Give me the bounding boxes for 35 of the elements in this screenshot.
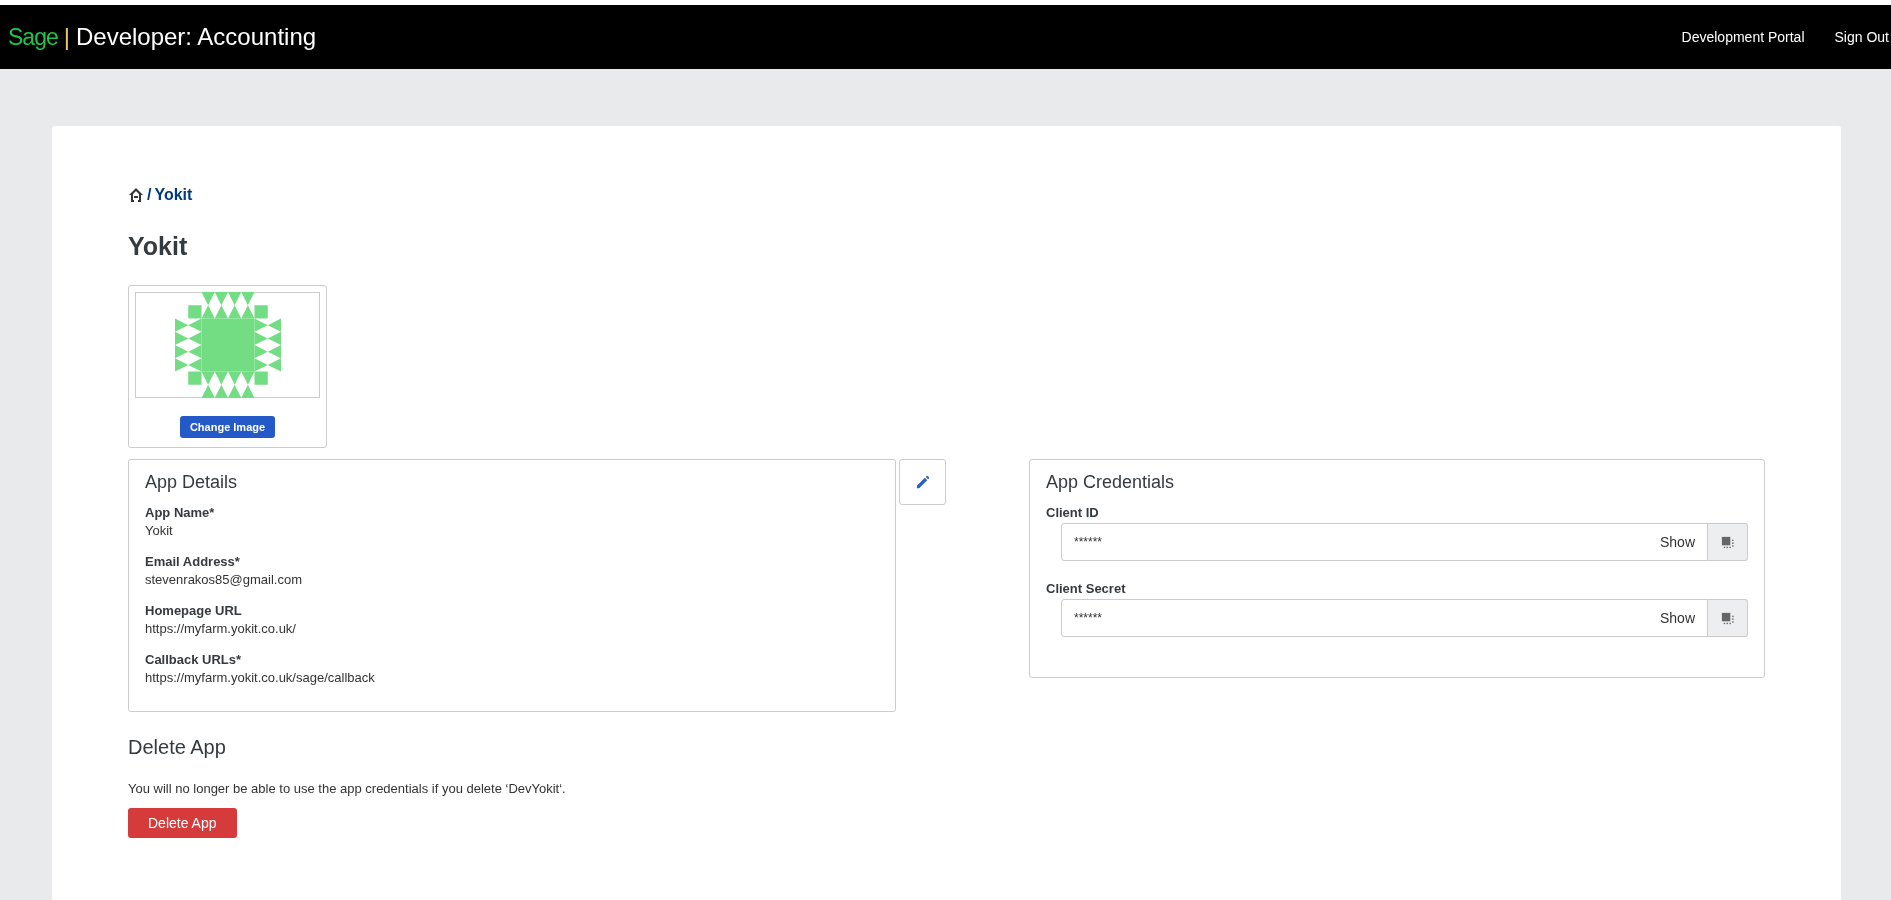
pencil-icon: [915, 474, 930, 490]
field-value: https://myfarm.yokit.co.uk/: [145, 621, 297, 636]
copy-icon: [1720, 534, 1735, 550]
show-link[interactable]: Show: [1659, 534, 1695, 550]
show-link[interactable]: Show: [1659, 610, 1695, 626]
field-label: Client Secret: [1046, 581, 1127, 596]
section-title: Delete App: [128, 736, 227, 759]
field-label: App Name*: [145, 505, 216, 520]
panel-title: App Details: [145, 472, 239, 493]
field-value: Yokit: [145, 523, 174, 538]
field-label: Callback URLs*: [145, 652, 243, 667]
nav-link[interactable]: Development Portal: [1681, 29, 1805, 45]
field-value: stevenrakos85@gmail.com: [145, 572, 303, 587]
panel-title: App Credentials: [1046, 472, 1176, 493]
change-image-button[interactable]: Change Image: [179, 416, 276, 438]
field-label: Email Address*: [145, 554, 241, 569]
brand-logo[interactable]: Sage: [8, 23, 58, 51]
field-value: https://myfarm.yokit.co.uk/sage/callback: [145, 670, 376, 685]
breadcrumb-separator: /: [147, 186, 152, 204]
home-icon[interactable]: [128, 187, 144, 203]
edit-button[interactable]: [899, 459, 946, 505]
secret-field[interactable]: ****** Show: [1061, 523, 1708, 561]
warning-text: You will no longer be able to use the app credentials if you delete ‘DevYokit‘.: [128, 781, 567, 796]
secret-field[interactable]: ****** Show: [1061, 599, 1708, 637]
nav-link[interactable]: Sign Out: [1834, 29, 1889, 45]
field-label: Client ID: [1046, 505, 1100, 520]
delete-app-button[interactable]: Delete App: [128, 808, 237, 838]
breadcrumb-current[interactable]: Yokit: [154, 186, 193, 204]
separator: |: [63, 23, 70, 51]
copy-button[interactable]: [1708, 599, 1748, 637]
page-title: Yokit: [128, 232, 189, 261]
field-label: Homepage URL: [145, 603, 243, 618]
copy-icon: [1720, 610, 1735, 626]
copy-button[interactable]: [1708, 523, 1748, 561]
site-title: Developer: Accounting: [75, 23, 317, 51]
